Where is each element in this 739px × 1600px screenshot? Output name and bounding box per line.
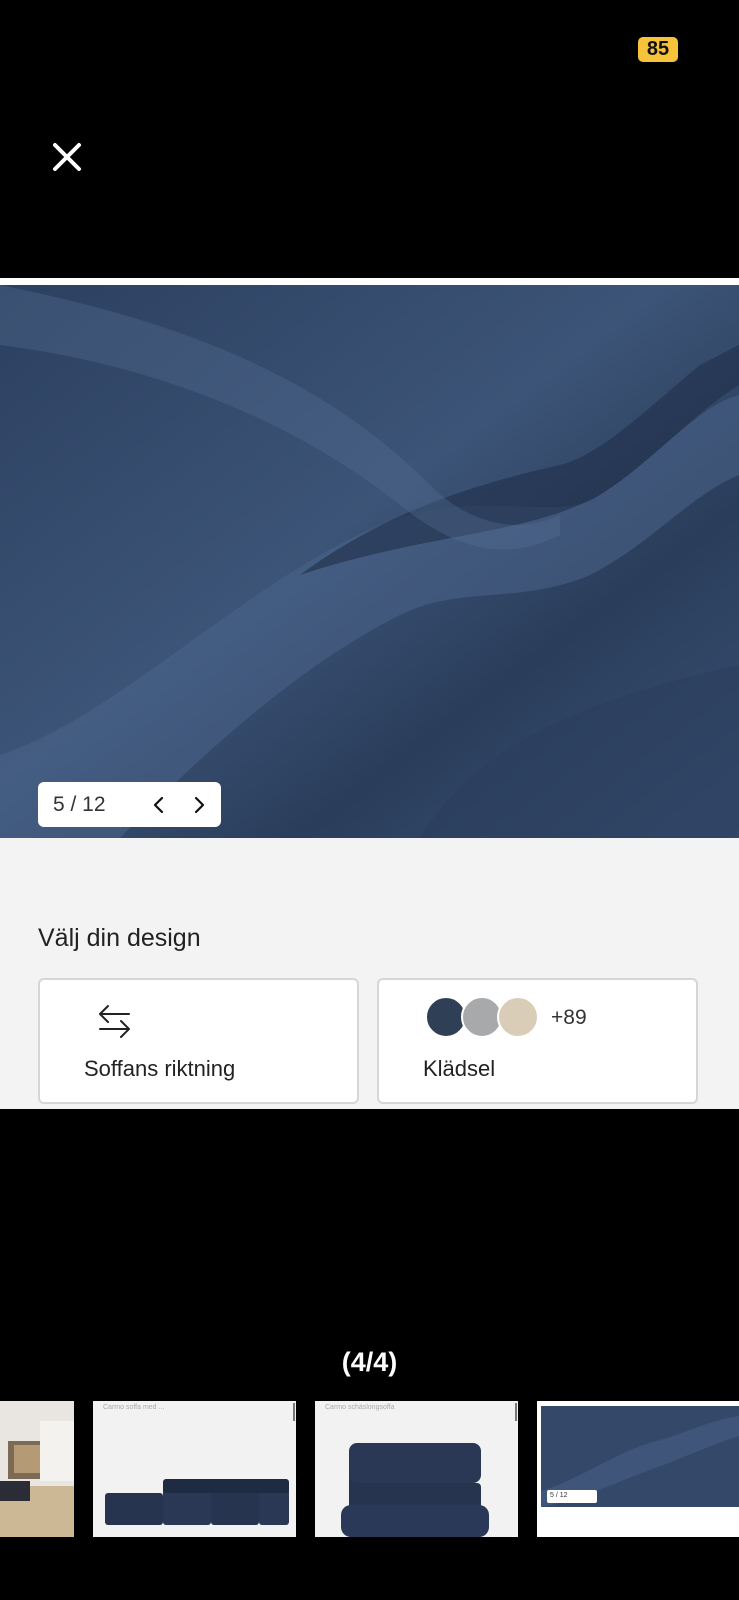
chevron-right-icon: [194, 796, 205, 813]
thumbnail-1[interactable]: [0, 1401, 74, 1537]
thumbnail-4-selected[interactable]: 5 / 12: [537, 1401, 739, 1537]
sofa-direction-label: Soffans riktning: [84, 1056, 236, 1081]
thumbnail-2[interactable]: Carmo soffa med ...: [93, 1401, 296, 1537]
fabric-image: 5 / 12: [0, 285, 739, 838]
thumbnail-4-pager: 5 / 12: [550, 1492, 568, 1499]
chevron-left-icon: [153, 796, 164, 813]
thumbnail-3[interactable]: Carmo schäslongsoffa: [315, 1401, 518, 1537]
pager-prev-button[interactable]: [139, 785, 179, 825]
screenshot-preview: 5 / 12 Välj din design Soffans riktning …: [0, 278, 739, 1109]
more-swatches-count: +89: [551, 1006, 587, 1029]
upholstery-label: Klädsel: [423, 1056, 496, 1081]
close-icon: [53, 143, 81, 171]
sofa-direction-option[interactable]: Soffans riktning: [38, 978, 359, 1104]
swatch-beige: [497, 996, 539, 1038]
image-counter: (4/4): [341, 1347, 398, 1377]
pager-count: 5 / 12: [53, 792, 106, 816]
upholstery-option[interactable]: +89 Klädsel: [377, 978, 698, 1104]
status-badge: 85: [638, 37, 678, 62]
close-button[interactable]: [44, 134, 90, 180]
design-section-title: Välj din design: [38, 924, 201, 952]
pager-next-button[interactable]: [179, 785, 219, 825]
preview-top-edge: [0, 278, 739, 285]
image-pager: 5 / 12: [38, 782, 221, 827]
swap-arrows-icon: [99, 1005, 130, 1038]
